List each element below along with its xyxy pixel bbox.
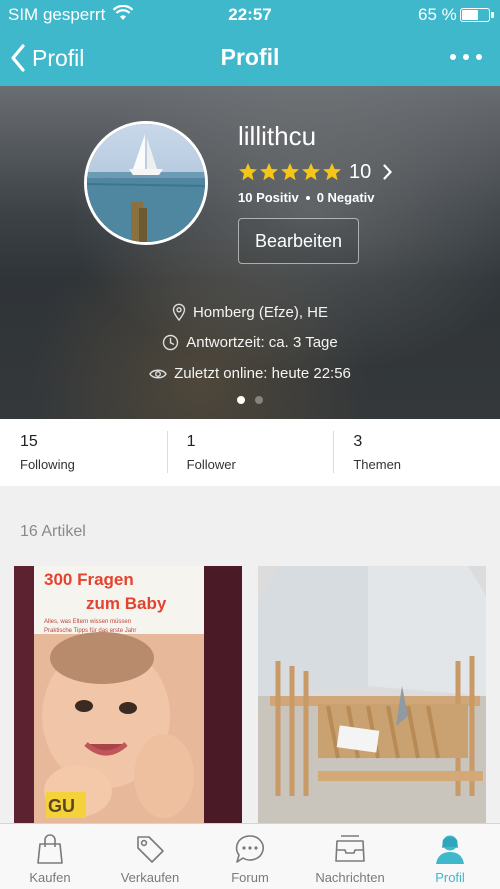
separator-dot <box>305 195 310 200</box>
star-icon <box>239 163 257 181</box>
stat-themen[interactable]: 3 Themen <box>333 419 500 486</box>
tab-label: Forum <box>231 870 269 885</box>
user-icon <box>436 835 464 864</box>
nav-bar: Profil Profil <box>0 30 500 86</box>
stat-label: Themen <box>353 457 402 472</box>
tab-label: Kaufen <box>29 870 71 885</box>
positive-count: 10 Positiv <box>238 190 299 205</box>
stat-value: 15 <box>20 433 38 450</box>
inbox-icon <box>335 835 365 862</box>
avatar[interactable] <box>84 121 208 245</box>
back-label: Profil <box>32 44 85 71</box>
star-icon <box>260 163 278 181</box>
stat-value: 1 <box>186 433 196 450</box>
tab-forum[interactable]: Forum <box>200 824 300 889</box>
profile-header: lillithcu 10 10 Positiv 0 Negativ Bearbe… <box>0 86 500 419</box>
rating-count: 10 <box>349 160 372 183</box>
last-online-row: Zuletzt online: heute 22:56 <box>0 365 500 382</box>
tab-label: Profil <box>435 870 465 885</box>
page-indicator <box>0 396 500 404</box>
page-dot <box>237 396 245 404</box>
battery-percent: 65 % <box>418 5 457 24</box>
feedback-summary: 10 Positiv 0 Negativ <box>238 190 375 205</box>
tab-profil[interactable]: Profil <box>400 824 500 889</box>
stats-row: 15 Following 1 Follower 3 Themen <box>0 419 500 486</box>
page-dot <box>255 396 263 404</box>
book-cover-image: GU 300 Fragen zum Baby Alles, was Eltern… <box>14 566 242 826</box>
last-online-text: Zuletzt online: heute 22:56 <box>174 365 351 382</box>
star-rating <box>238 162 343 182</box>
dot-icon <box>450 54 456 60</box>
book-publisher: GU <box>48 796 75 816</box>
clock-icon <box>163 334 179 351</box>
response-time-text: Antwortzeit: ca. 3 Tage <box>186 334 338 351</box>
book-title-line1: 300 Fragen <box>44 570 134 589</box>
stat-value: 3 <box>353 433 363 450</box>
book-title-line2: zum Baby <box>86 594 167 613</box>
crib-image <box>258 566 486 826</box>
book-bullet2: Praktische Tipps für das erste Jahr <box>44 628 136 634</box>
shopping-bag-icon <box>37 834 63 864</box>
article-card-crib[interactable] <box>258 566 486 826</box>
response-time-row: Antwortzeit: ca. 3 Tage <box>0 334 500 351</box>
stat-following[interactable]: 15 Following <box>0 419 167 486</box>
rating-summary[interactable]: 10 <box>238 160 393 184</box>
battery-icon <box>460 8 494 22</box>
back-button[interactable]: Profil <box>10 42 84 74</box>
article-card-book[interactable]: GU 300 Fragen zum Baby Alles, was Eltern… <box>14 566 242 826</box>
tab-kaufen[interactable]: Kaufen <box>0 824 100 889</box>
tab-bar: Kaufen Verkaufen Forum Nachrichten Profi… <box>0 823 500 889</box>
tab-label: Verkaufen <box>120 870 180 885</box>
star-icon <box>281 163 299 181</box>
tab-label: Nachrichten <box>315 870 385 885</box>
more-options-button[interactable] <box>446 44 486 70</box>
articles-count: 16 Artikel <box>20 523 86 540</box>
username: lillithcu <box>238 121 317 151</box>
location-pin-icon <box>172 303 186 321</box>
star-icon <box>323 163 341 181</box>
chevron-left-icon <box>11 44 25 72</box>
star-icon <box>302 163 320 181</box>
tab-nachrichten[interactable]: Nachrichten <box>300 824 400 889</box>
book-bullet1: Alles, was Eltern wissen müssen <box>44 619 131 625</box>
edit-profile-button[interactable]: Bearbeiten <box>238 218 359 264</box>
status-bar: SIM gesperrt 22:57 65 % <box>0 0 500 30</box>
chevron-right-icon <box>383 164 393 180</box>
stat-follower[interactable]: 1 Follower <box>166 419 334 486</box>
dot-icon <box>476 54 482 60</box>
tab-verkaufen[interactable]: Verkaufen <box>100 824 200 889</box>
eye-icon <box>149 369 167 378</box>
location-row: Homberg (Efze), HE <box>0 303 500 321</box>
chat-bubble-icon <box>235 835 264 863</box>
dot-icon <box>463 54 469 60</box>
stat-label: Follower <box>186 457 236 472</box>
location-text: Homberg (Efze), HE <box>192 303 329 321</box>
negative-count: 0 Negativ <box>316 190 375 205</box>
stat-label: Following <box>20 457 75 472</box>
price-tag-icon <box>137 836 164 863</box>
